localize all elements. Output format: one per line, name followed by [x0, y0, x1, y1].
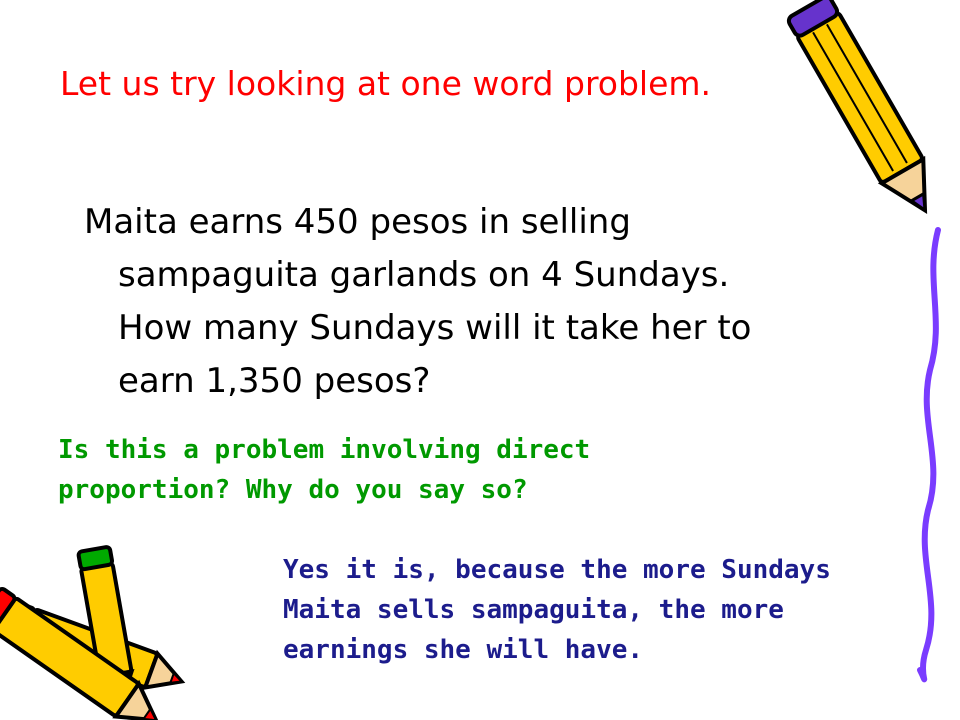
pencils-icon	[0, 545, 186, 720]
slide: Let us try looking at one word problem. …	[0, 0, 960, 720]
